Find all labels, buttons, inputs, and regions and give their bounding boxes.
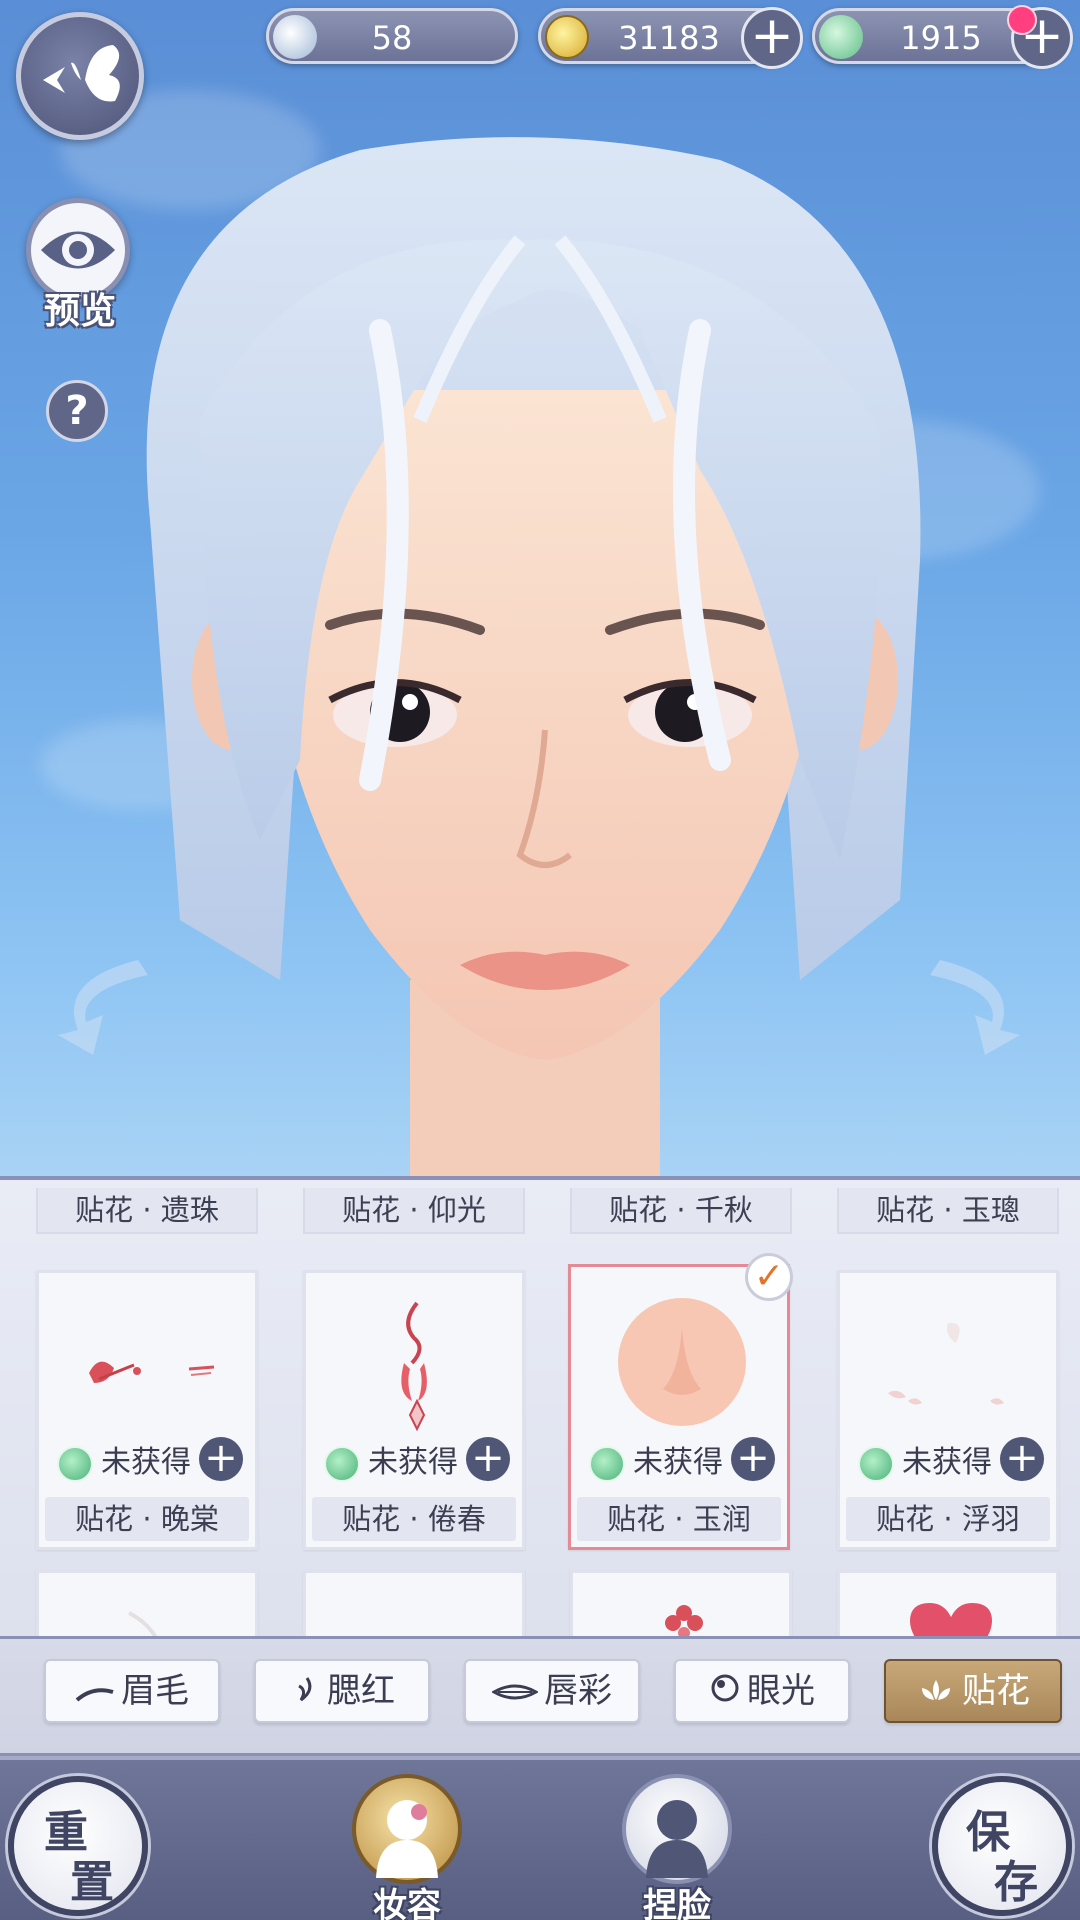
wave-token-icon — [273, 15, 317, 59]
save-char-2: 存 — [994, 1857, 1038, 1908]
face-sculpt-button[interactable] — [622, 1774, 732, 1884]
tab-blush[interactable]: 腮红 — [254, 1659, 430, 1723]
makeup-portrait-icon — [376, 1800, 438, 1878]
currency-wave: 58 — [266, 8, 518, 64]
makeup-mode-label: 妆容 — [373, 1886, 441, 1920]
decal-card[interactable]: 未获得 + 贴花 · 浮羽 — [837, 1270, 1059, 1550]
rotate-left-arrow-icon[interactable] — [48, 950, 188, 1060]
acquire-button[interactable]: + — [731, 1437, 775, 1481]
decal-label[interactable]: 贴花 · 千秋 — [570, 1188, 792, 1234]
decal-status: 未获得 — [589, 1441, 723, 1485]
decal-card[interactable] — [570, 1570, 792, 1636]
currency-jade: 1915 + — [812, 5, 1073, 69]
decal-name: 贴花 · 晚棠 — [45, 1497, 249, 1541]
makeup-mode-button[interactable] — [352, 1774, 462, 1884]
decal-card[interactable] — [303, 1570, 525, 1636]
acquire-button[interactable]: + — [199, 1437, 243, 1481]
eye-shine-icon — [709, 1663, 741, 1723]
heart-decal-art — [910, 1603, 992, 1636]
decal-selection-panel[interactable]: 贴花 · 遗珠 贴花 · 仰光 贴花 · 千秋 贴花 · 玉璁 未获得 + 贴花… — [0, 1176, 1080, 1636]
bottom-action-bar: 重 置 妆容 捏脸 保 存 — [0, 1756, 1080, 1920]
decal-label[interactable]: 贴花 · 遗珠 — [36, 1188, 258, 1234]
feather-decal-art — [888, 1322, 1004, 1405]
notification-dot — [1007, 5, 1037, 35]
decal-status: 未获得 — [324, 1441, 458, 1485]
tab-decal[interactable]: 贴花 — [884, 1659, 1062, 1723]
face-portrait-icon — [646, 1800, 708, 1878]
jade-icon — [589, 1445, 625, 1482]
tab-eye-shine[interactable]: 眼光 — [674, 1659, 850, 1723]
currency-value: 31183 — [618, 19, 720, 57]
preview-label: 预览 — [43, 291, 116, 332]
decal-label[interactable]: 贴花 · 仰光 — [303, 1188, 525, 1234]
rotate-right-arrow-icon[interactable] — [890, 950, 1030, 1060]
currency-value: 1915 — [900, 19, 982, 57]
decal-status: 未获得 — [57, 1441, 191, 1485]
lips-icon — [490, 1663, 540, 1723]
add-currency-button[interactable]: + — [741, 7, 803, 69]
decal-card[interactable]: 未获得 + 贴花 · 晚棠 — [36, 1270, 258, 1550]
makeup-category-tabs: 眉毛 腮红 唇彩 眼光 贴花 — [0, 1636, 1080, 1756]
save-button[interactable]: 保 存 — [932, 1776, 1072, 1916]
acquire-button[interactable]: + — [1000, 1437, 1044, 1481]
red-flower-decal-art — [665, 1605, 703, 1636]
red-floral-decal-art — [89, 1361, 215, 1383]
lotus-icon — [916, 1663, 956, 1723]
reset-button[interactable]: 重 置 — [8, 1776, 148, 1916]
decal-status: 未获得 — [858, 1441, 992, 1485]
acquire-button[interactable]: + — [466, 1437, 510, 1481]
decal-name: 贴花 · 倦春 — [312, 1497, 516, 1541]
jade-icon — [57, 1445, 93, 1482]
help-button[interactable]: ? — [46, 380, 108, 442]
copper-coin-icon — [545, 15, 589, 59]
feather-decal-art — [128, 1611, 158, 1636]
decal-card[interactable]: 未获得 + 贴花 · 倦春 — [303, 1270, 525, 1550]
red-pendant-decal-art — [401, 1301, 427, 1432]
decal-name: 贴花 · 浮羽 — [846, 1497, 1050, 1541]
eyebrow-icon — [75, 1663, 115, 1723]
decal-name: 贴花 · 玉润 — [577, 1497, 781, 1541]
jade-icon — [324, 1445, 360, 1482]
selected-check-icon: ✓ — [745, 1253, 793, 1301]
tab-eyebrow[interactable]: 眉毛 — [44, 1659, 220, 1723]
jade-icon — [858, 1445, 894, 1482]
decal-card-selected[interactable]: ✓ 未获得 + 贴花 · 玉润 — [568, 1253, 793, 1550]
character-preview-scene[interactable] — [0, 0, 1080, 1178]
nose-decal-art — [618, 1298, 746, 1426]
reset-char-2: 置 — [70, 1857, 114, 1908]
face-sculpt-label: 捏脸 — [643, 1886, 711, 1920]
tab-lips[interactable]: 唇彩 — [464, 1659, 640, 1723]
currency-copper: 31183 + — [538, 7, 803, 69]
blush-icon — [289, 1663, 321, 1723]
currency-value: 58 — [371, 19, 413, 57]
back-button[interactable] — [16, 12, 144, 140]
butterfly-back-icon — [43, 45, 120, 102]
decal-label[interactable]: 贴花 · 玉璁 — [837, 1188, 1059, 1234]
decal-card[interactable] — [36, 1570, 258, 1636]
jade-icon — [819, 15, 863, 59]
decal-card[interactable] — [837, 1570, 1059, 1636]
